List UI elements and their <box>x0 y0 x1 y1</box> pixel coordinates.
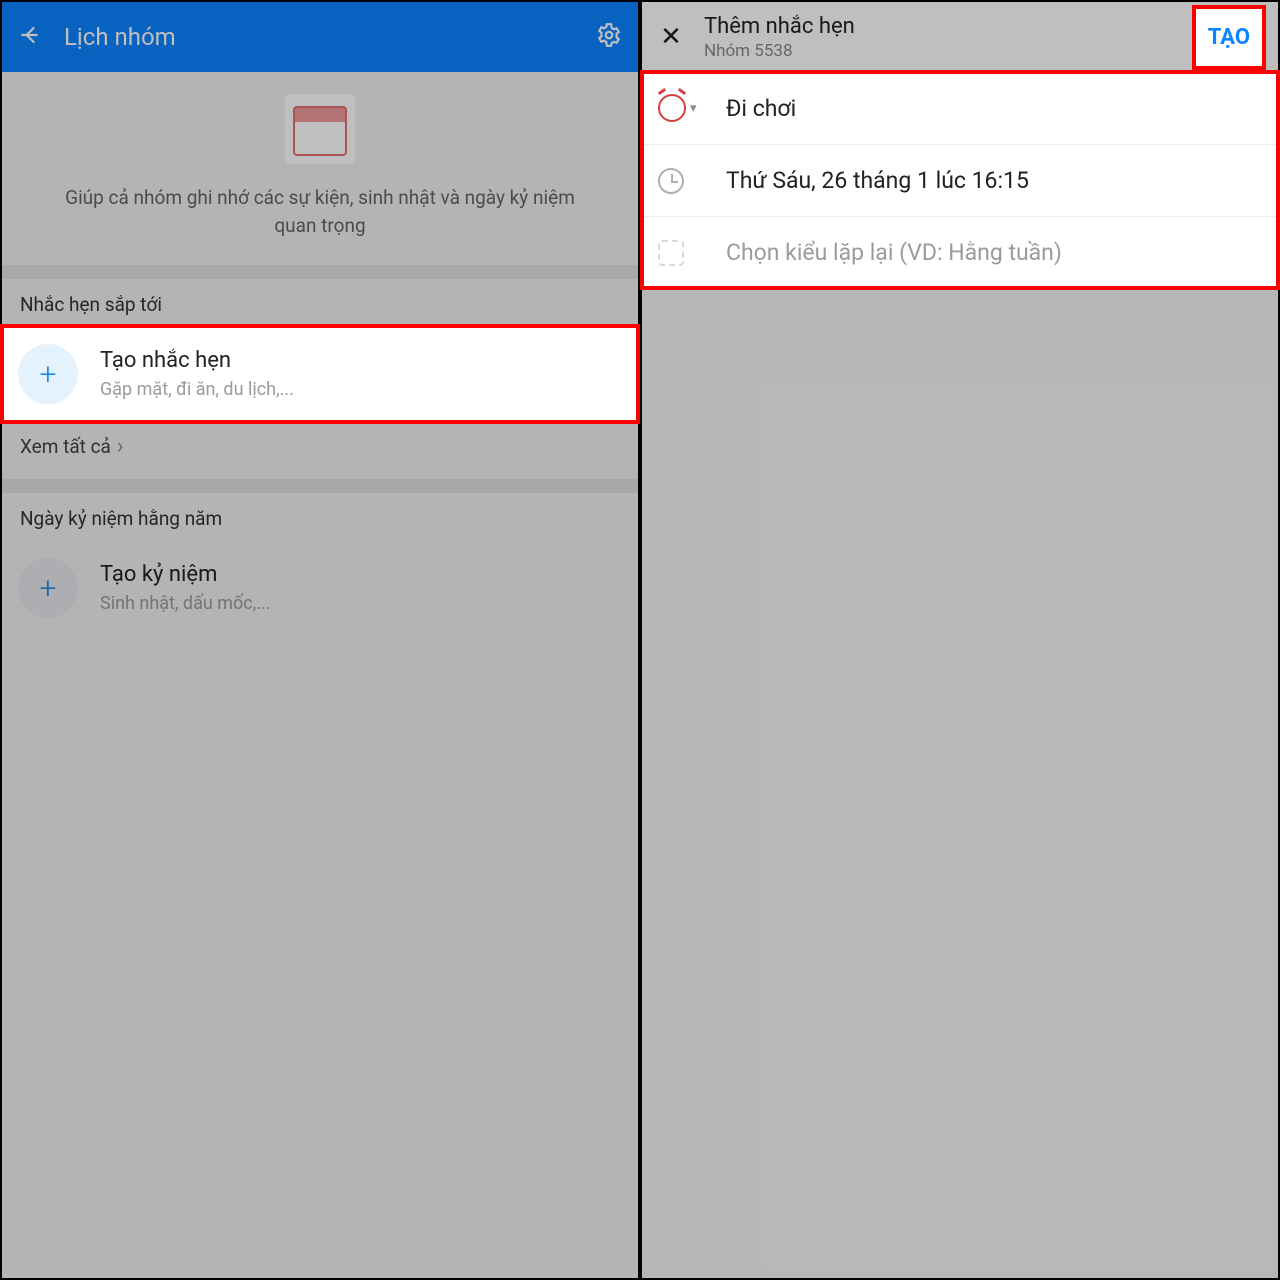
create-reminder-highlight: + Tạo nhắc hẹn Gặp mặt, đi ăn, du lịch,.… <box>2 326 638 422</box>
intro-block: Giúp cả nhóm ghi nhớ các sự kiện, sinh n… <box>2 72 638 265</box>
add-reminder-screen: ✕ Thêm nhắc hẹn Nhóm 5538 TẠO ▾ Đi chơi … <box>642 2 1278 1278</box>
reminder-repeat-row[interactable]: Chọn kiểu lặp lại (VD: Hằng tuần) <box>642 217 1278 288</box>
plus-icon: + <box>18 344 78 404</box>
section-divider <box>2 265 638 279</box>
repeat-icon <box>658 240 684 266</box>
create-reminder-sub: Gặp mặt, đi ăn, du lịch,... <box>100 379 294 400</box>
header-subtitle: Nhóm 5538 <box>704 41 855 61</box>
section-divider <box>2 479 638 493</box>
create-anniv-sub: Sinh nhật, dấu mốc,... <box>100 593 271 614</box>
header-bar: Lịch nhóm <box>2 2 638 72</box>
repeat-placeholder: Chọn kiểu lặp lại (VD: Hằng tuần) <box>726 239 1062 266</box>
clock-icon <box>658 168 684 194</box>
reminder-name-row[interactable]: ▾ Đi chơi <box>642 72 1278 145</box>
plus-icon: + <box>18 558 78 618</box>
create-anniversary-button[interactable]: + Tạo kỷ niệm Sinh nhật, dấu mốc,... <box>2 540 638 636</box>
reminder-datetime: Thứ Sáu, 26 tháng 1 lúc 16:15 <box>726 167 1029 194</box>
intro-text: Giúp cả nhóm ghi nhớ các sự kiện, sinh n… <box>42 184 598 239</box>
group-calendar-screen: Lịch nhóm Giúp cả nhóm ghi nhớ các sự ki… <box>2 2 638 1278</box>
upcoming-label: Nhắc hẹn sắp tới <box>2 279 638 326</box>
anniversary-label: Ngày kỷ niệm hằng năm <box>2 493 638 540</box>
close-icon[interactable]: ✕ <box>656 22 686 52</box>
view-all-link[interactable]: Xem tất cả <box>2 422 638 479</box>
reminder-name-input[interactable]: Đi chơi <box>726 95 796 122</box>
alarm-clock-icon <box>658 94 686 122</box>
back-icon[interactable] <box>18 22 44 52</box>
reminder-datetime-row[interactable]: Thứ Sáu, 26 tháng 1 lúc 16:15 <box>642 145 1278 217</box>
create-button[interactable]: TẠO <box>1194 7 1264 68</box>
create-anniv-title: Tạo kỷ niệm <box>100 562 271 587</box>
add-reminder-header: ✕ Thêm nhắc hẹn Nhóm 5538 TẠO <box>642 2 1278 72</box>
page-title: Lịch nhóm <box>64 23 176 51</box>
reminder-form-highlight: ▾ Đi chơi Thứ Sáu, 26 tháng 1 lúc 16:15 … <box>642 72 1278 288</box>
header-title: Thêm nhắc hẹn <box>704 14 855 39</box>
calendar-icon <box>285 94 355 164</box>
gear-icon[interactable] <box>596 22 622 52</box>
create-reminder-title: Tạo nhắc hẹn <box>100 348 294 373</box>
create-reminder-button[interactable]: + Tạo nhắc hẹn Gặp mặt, đi ăn, du lịch,.… <box>2 326 638 422</box>
chevron-down-icon[interactable]: ▾ <box>690 101 697 116</box>
